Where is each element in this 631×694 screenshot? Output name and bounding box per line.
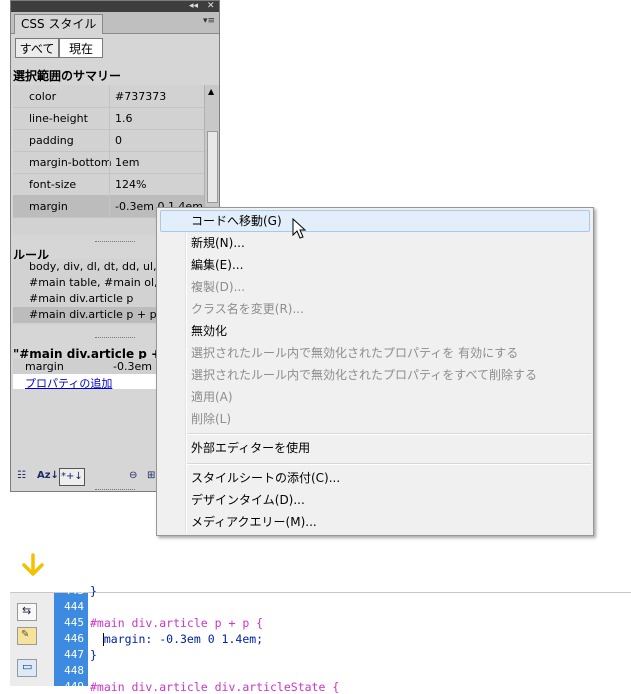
property-name: margin-bottom [29, 156, 112, 169]
summary-row[interactable]: line-height 1.6 [13, 107, 207, 130]
code-line[interactable]: } [90, 648, 97, 662]
line-number: 443 [64, 584, 84, 597]
menu-item-new[interactable]: 新規(N)... [191, 232, 245, 254]
line-number: 444 [64, 600, 84, 613]
menu-item-enable-disabled[interactable]: 選択されたルール内で無効化されたプロパティを 有効にする [191, 342, 518, 364]
panel-tab-row: CSS スタイル ▾≡ [11, 12, 219, 34]
alphabetical-view-icon[interactable]: Az↓ [37, 468, 59, 484]
close-icon[interactable]: ✕ [207, 1, 215, 12]
category-view-icon[interactable]: ☷ [17, 468, 26, 484]
summary-row[interactable]: color #737373 [13, 85, 207, 108]
property-name: margin [25, 360, 64, 373]
rule-item[interactable]: #main table, #main ol, ... [13, 275, 159, 291]
menu-icon-gutter [185, 210, 187, 533]
code-line[interactable]: #main div.article div.articleState { [90, 680, 339, 694]
code-view: ⇆ ✎ ▭ 443 444 445 446 447 448 449 } #mai… [10, 584, 631, 694]
summary-row[interactable]: margin-bottom 1em [13, 151, 207, 174]
menu-item-go-to-code[interactable]: コードへ移動(G) [191, 210, 282, 232]
tab-css-styles[interactable]: CSS スタイル [14, 14, 104, 34]
wrap-tag-icon[interactable]: ⇆ [17, 603, 37, 621]
property-value: 1em [115, 156, 140, 169]
line-number: 449 [64, 680, 84, 693]
property-name: font-size [29, 178, 77, 191]
menu-separator [187, 463, 591, 465]
property-value: 124% [115, 178, 147, 191]
panel-title-bar: ◂◂ ✕ [11, 1, 219, 12]
collapse-icon[interactable]: ◂◂ [189, 1, 198, 12]
rule-item[interactable]: body, div, dl, dt, dd, ul, ... [13, 259, 159, 275]
splitter-handle[interactable] [95, 241, 135, 244]
comment-icon[interactable]: ▭ [17, 659, 37, 677]
attach-stylesheet-icon[interactable]: ⊖ [129, 468, 137, 484]
line-number: 448 [64, 664, 84, 677]
summary-row[interactable]: padding 0 [13, 129, 207, 152]
summary-row[interactable]: font-size 124% [13, 173, 207, 196]
code-line[interactable]: } [90, 584, 97, 598]
resize-grip[interactable] [95, 489, 135, 492]
down-arrow-icon [22, 553, 44, 576]
set-properties-view-icon[interactable]: *+↓ [59, 468, 85, 486]
property-name: line-height [29, 112, 88, 125]
code-line[interactable]: margin: -0.3em 0 1.4em; [90, 632, 263, 646]
context-menu: コードへ移動(G) 新規(N)... 編集(E)... 複製(D)... クラス… [156, 207, 594, 536]
menu-item-disable[interactable]: 無効化 [191, 320, 227, 342]
mode-current-button[interactable]: 現在 [59, 38, 103, 58]
snippet-icon[interactable]: ✎ [17, 627, 37, 645]
summary-title: 選択範囲のサマリー [13, 69, 122, 83]
add-property-link[interactable]: プロパティの追加 [25, 375, 112, 391]
rule-item[interactable]: #main div.article p [13, 291, 159, 307]
menu-item-delete-disabled[interactable]: 選択されたルール内で無効化されたプロパティをすべて削除する [191, 364, 537, 386]
scroll-thumb[interactable] [207, 131, 218, 203]
menu-item-media-query[interactable]: メディアクエリー(M)... [191, 511, 317, 533]
menu-item-external-editor[interactable]: 外部エディターを使用 [191, 437, 310, 459]
line-number: 445 [64, 616, 84, 629]
menu-item-design-time[interactable]: デザインタイム(D)... [191, 489, 305, 511]
line-number-gutter: 443 444 445 446 447 448 449 [54, 584, 88, 693]
splitter-handle[interactable] [95, 337, 135, 340]
code-toolbar: ⇆ ✎ ▭ [10, 593, 55, 686]
property-value: #737373 [115, 90, 167, 103]
property-value: 0 [115, 134, 122, 147]
menu-item-apply[interactable]: 適用(A) [191, 386, 233, 408]
mode-all-button[interactable]: すべて [15, 38, 59, 58]
scroll-up-icon[interactable]: ▲ [208, 87, 214, 96]
menu-item-duplicate[interactable]: 複製(D)... [191, 276, 245, 298]
property-name: color [29, 90, 57, 103]
property-name: margin [29, 200, 68, 213]
property-value: 1.6 [115, 112, 133, 125]
menu-item-edit[interactable]: 編集(E)... [191, 254, 243, 276]
menu-item-delete[interactable]: 削除(L) [191, 408, 231, 430]
mouse-pointer-icon [292, 218, 307, 239]
line-number: 446 [64, 632, 84, 645]
menu-item-rename-class[interactable]: クラス名を変更(R)... [191, 298, 304, 320]
code-line[interactable]: #main div.article p + p { [90, 616, 263, 630]
panel-menu-icon[interactable]: ▾≡ [203, 16, 215, 26]
line-number: 447 [64, 648, 84, 661]
text-cursor [103, 633, 104, 646]
new-rule-icon[interactable]: ⊞ [147, 468, 155, 484]
rule-item-selected[interactable]: #main div.article p + p [13, 307, 159, 323]
menu-item-attach-stylesheet[interactable]: スタイルシートの添付(C)... [191, 467, 340, 489]
property-name: padding [29, 134, 74, 147]
menu-separator [187, 433, 591, 435]
